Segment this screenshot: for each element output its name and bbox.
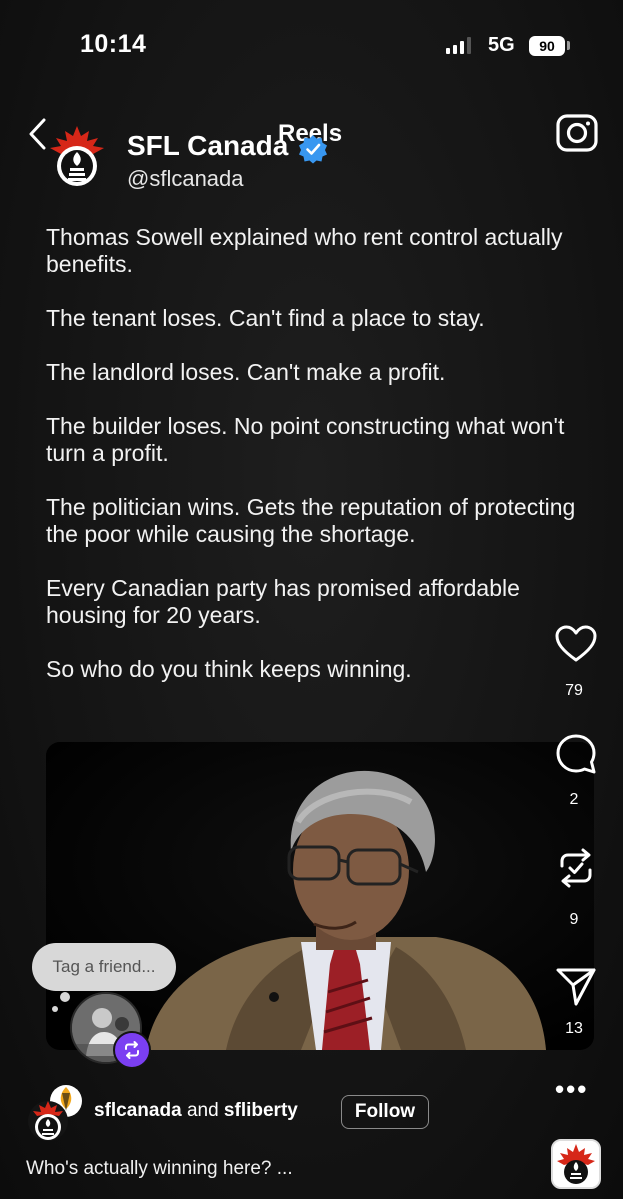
- caption-paragraph: So who do you think keeps winning.: [46, 656, 412, 682]
- battery-level: 90: [539, 38, 555, 54]
- author-2-link[interactable]: sfliberty: [224, 1100, 298, 1121]
- caption-paragraph: The builder loses. No point constructing…: [46, 413, 565, 466]
- reels-screen: 10:14 5G 90 Reels SFL Canada @sflcanada …: [0, 0, 623, 1199]
- share-count: 13: [565, 1020, 583, 1037]
- send-icon[interactable]: [554, 964, 598, 1008]
- post-caption: Thomas Sowell explained who rent control…: [46, 224, 591, 710]
- repost-count: 9: [569, 911, 579, 928]
- tag-friend-bubble[interactable]: Tag a friend...: [32, 943, 176, 991]
- bubble-dot: [60, 992, 70, 1002]
- author-1-link[interactable]: sflcanada: [94, 1100, 182, 1121]
- network-type: 5G: [488, 34, 515, 56]
- caption-paragraph: Thomas Sowell explained who rent control…: [46, 224, 563, 277]
- comment-count: 2: [569, 791, 579, 808]
- collab-avatars[interactable]: [26, 1083, 86, 1143]
- user-handle[interactable]: @sflcanada: [127, 166, 244, 192]
- battery-tip: [567, 41, 570, 50]
- caption-preview[interactable]: Who's actually winning here? ...: [26, 1158, 293, 1180]
- like-count: 79: [565, 682, 583, 699]
- camera-icon[interactable]: [555, 112, 599, 154]
- follow-button[interactable]: Follow: [341, 1095, 429, 1129]
- signal-icon: [446, 37, 471, 54]
- tag-friend-label: Tag a friend...: [52, 957, 156, 976]
- comment-icon[interactable]: [554, 732, 598, 776]
- verified-badge-icon: [299, 135, 327, 164]
- caption-paragraph: The landlord loses. Can't make a profit.: [46, 359, 446, 385]
- post-authors: sflcanada and sfliberty: [94, 1100, 298, 1122]
- sfl-canada-logo-avatar[interactable]: [46, 124, 108, 190]
- caption-paragraph: The tenant loses. Can't find a place to …: [46, 305, 485, 331]
- audio-thumbnail[interactable]: [551, 1139, 601, 1189]
- heart-icon[interactable]: [554, 624, 598, 664]
- repost-icon[interactable]: [554, 846, 598, 890]
- display-name[interactable]: SFL Canada: [127, 130, 288, 162]
- status-time: 10:14: [80, 30, 147, 58]
- caption-paragraph: The politician wins. Gets the reputation…: [46, 494, 576, 547]
- caption-paragraph: Every Canadian party has promised afford…: [46, 575, 520, 628]
- battery-icon: 90: [529, 36, 565, 56]
- bubble-dot: [52, 1006, 58, 1012]
- ellipsis-icon[interactable]: •••: [555, 1076, 588, 1102]
- remix-icon[interactable]: [113, 1031, 151, 1069]
- author-connector: and: [186, 1100, 219, 1121]
